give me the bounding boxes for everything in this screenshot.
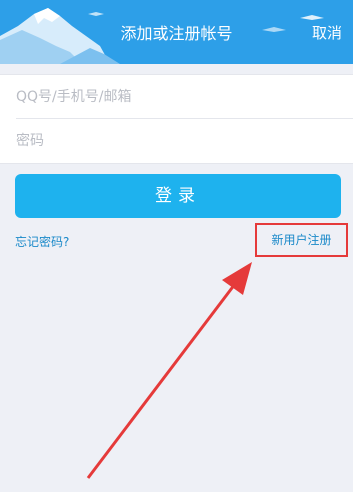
- title-bar: 添加或注册帐号 取消: [0, 0, 353, 64]
- forgot-password-link[interactable]: 忘记密码?: [15, 233, 69, 250]
- password-input[interactable]: [16, 119, 336, 163]
- account-input[interactable]: [16, 75, 336, 119]
- password-field-row: [0, 119, 353, 163]
- login-form: [0, 74, 353, 164]
- arrow-shaft: [86, 279, 240, 479]
- cancel-button[interactable]: 取消: [312, 22, 342, 43]
- page-title: 添加或注册帐号: [0, 0, 353, 64]
- page-title-text: 添加或注册帐号: [120, 24, 233, 43]
- account-field-row: [0, 75, 353, 119]
- new-user-register-link[interactable]: 新用户注册: [255, 223, 348, 257]
- login-button[interactable]: 登录: [15, 174, 341, 218]
- arrow-head: [222, 262, 252, 295]
